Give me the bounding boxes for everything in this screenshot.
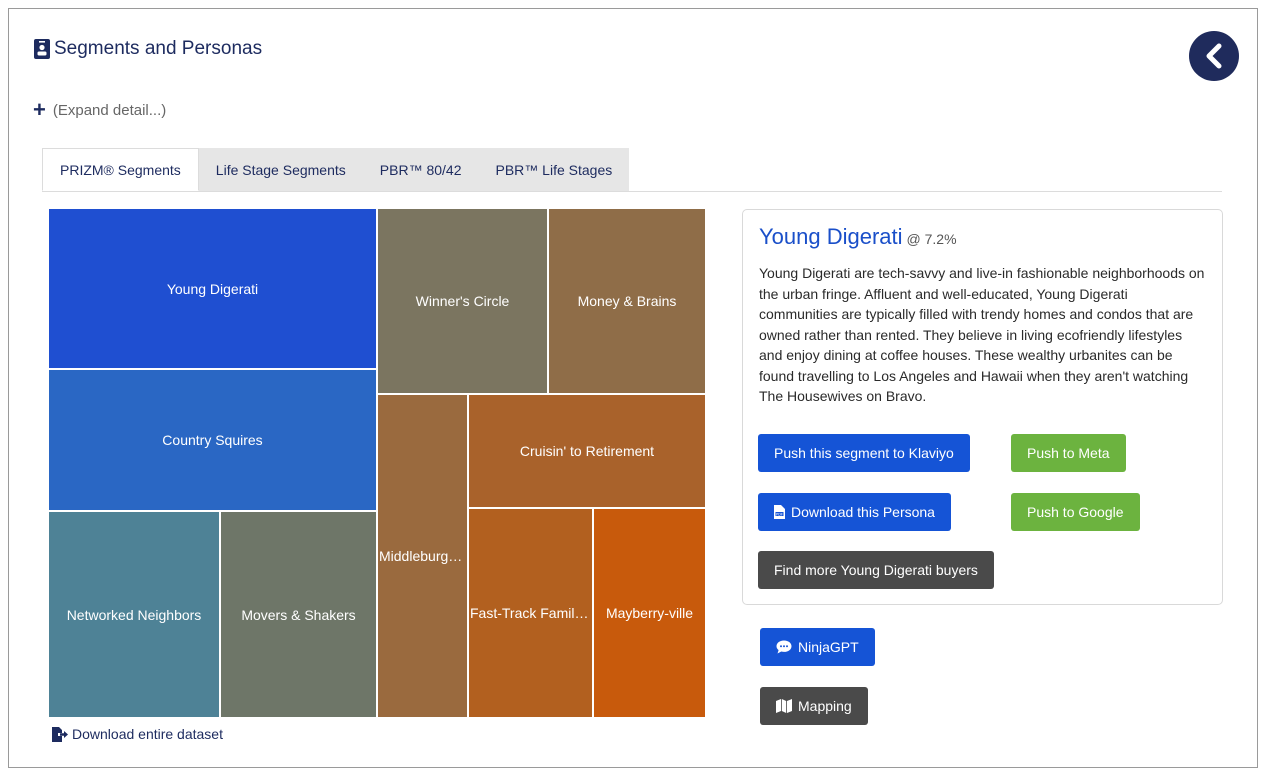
chat-bubble-icon <box>776 640 792 654</box>
treemap-cell-fast-track-families[interactable]: Fast-Track Families <box>468 508 593 718</box>
cell-label: Movers & Shakers <box>241 606 356 623</box>
map-icon <box>776 699 792 713</box>
plus-icon: + <box>33 97 46 122</box>
tab-label: PRIZM® Segments <box>60 161 181 178</box>
id-badge-icon <box>34 39 50 59</box>
download-persona-button[interactable]: PDF Download this Persona <box>758 493 951 531</box>
button-label: Push to Meta <box>1027 445 1110 461</box>
find-more-buyers-button[interactable]: Find more Young Digerati buyers <box>758 551 994 589</box>
push-meta-button[interactable]: Push to Meta <box>1011 434 1126 472</box>
cell-label: Cruisin' to Retirement <box>519 443 655 459</box>
tab-prizm-segments[interactable]: PRIZM® Segments <box>42 148 199 191</box>
tab-label: PBR™ 80/42 <box>379 161 462 178</box>
treemap-cell-young-digerati[interactable]: Young Digerati <box>48 208 377 369</box>
button-label: Push this segment to Klaviyo <box>774 445 954 461</box>
download-dataset-link[interactable]: Download entire dataset <box>52 726 223 742</box>
cell-label: Winner's Circle <box>415 293 510 309</box>
expand-detail-label: (Expand detail...) <box>52 101 167 119</box>
cell-label: Mayberry-ville <box>605 605 694 621</box>
cell-label: Young Digerati <box>166 280 259 297</box>
tab-label: PBR™ Life Stages <box>495 161 613 178</box>
treemap-cell-movers-shakers[interactable]: Movers & Shakers <box>220 511 377 718</box>
segment-treemap: Young Digerati Country Squires Networked… <box>48 208 706 718</box>
segment-tabs: PRIZM® Segments Life Stage Segments PBR™… <box>42 148 1222 192</box>
treemap-cell-middleburg-managers[interactable]: Middleburg Managers <box>377 394 468 718</box>
button-label: Download this Persona <box>791 504 935 520</box>
persona-name: Young Digerati <box>759 224 903 249</box>
chevron-left-icon <box>1204 43 1224 69</box>
cell-label: Fast-Track Families <box>470 605 592 621</box>
mapping-button[interactable]: Mapping <box>760 687 868 725</box>
button-label: Find more Young Digerati buyers <box>774 562 978 578</box>
button-label: NinjaGPT <box>798 639 859 655</box>
cell-label: Middleburg Managers <box>379 548 467 564</box>
page-title: Segments and Personas <box>54 38 263 59</box>
ninjagpt-button[interactable]: NinjaGPT <box>760 628 875 666</box>
button-label: Mapping <box>798 698 852 714</box>
treemap-cell-mayberry-ville[interactable]: Mayberry-ville <box>593 508 706 718</box>
treemap-cell-money-brains[interactable]: Money & Brains <box>548 208 706 394</box>
tab-life-stage-segments[interactable]: Life Stage Segments <box>198 148 363 191</box>
push-google-button[interactable]: Push to Google <box>1011 493 1140 531</box>
push-klaviyo-button[interactable]: Push this segment to Klaviyo <box>758 434 970 472</box>
file-export-icon <box>52 726 68 742</box>
treemap-cell-networked-neighbors[interactable]: Networked Neighbors <box>48 511 220 718</box>
svg-text:PDF: PDF <box>776 512 783 516</box>
cell-label: Country Squires <box>162 432 263 448</box>
button-label: Push to Google <box>1027 504 1124 520</box>
page-header: Segments and Personas <box>34 38 262 60</box>
persona-card: Young Digerati @ 7.2% Young Digerati are … <box>742 209 1223 605</box>
cell-label: Networked Neighbors <box>66 606 202 623</box>
pdf-file-icon: PDF <box>774 505 785 519</box>
expand-detail-toggle[interactable]: + (Expand detail...) <box>33 97 167 122</box>
persona-title: Young Digerati @ 7.2% <box>759 224 957 250</box>
tab-pbr-80-42[interactable]: PBR™ 80/42 <box>362 148 479 191</box>
persona-description: Young Digerati are tech-savvy and live-i… <box>759 265 1205 404</box>
download-dataset-label: Download entire dataset <box>72 726 223 742</box>
cell-label: Money & Brains <box>577 293 677 309</box>
treemap-cell-winners-circle[interactable]: Winner's Circle <box>377 208 548 394</box>
tab-pbr-life-stages[interactable]: PBR™ Life Stages <box>478 148 630 191</box>
treemap-cell-cruisin-to-retirement[interactable]: Cruisin' to Retirement <box>468 394 706 508</box>
tab-label: Life Stage Segments <box>215 161 346 178</box>
treemap-cell-country-squires[interactable]: Country Squires <box>48 369 377 511</box>
persona-percentage: @ 7.2% <box>906 231 957 247</box>
back-button[interactable] <box>1189 31 1239 81</box>
